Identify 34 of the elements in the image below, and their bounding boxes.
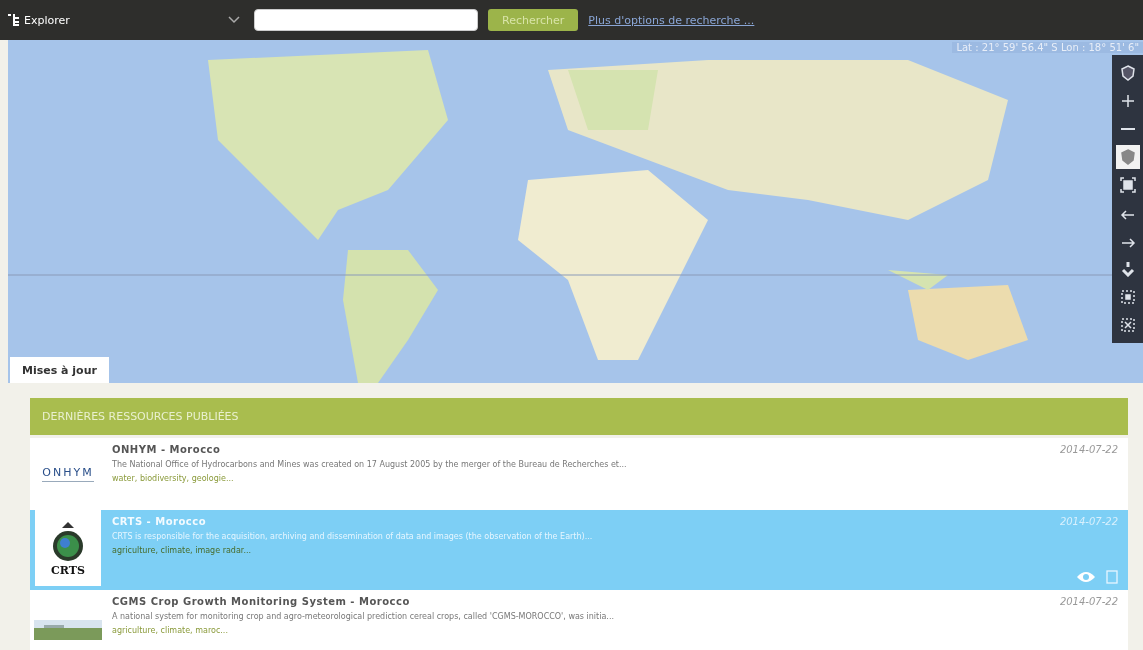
resource-tags: agriculture, climate, maroc... [112,626,1050,635]
more-search-options-link[interactable]: Plus d'options de recherche ... [588,13,755,27]
resource-tags: water, biodiversity, geologie... [112,474,1050,483]
app-title: Explorer [24,13,70,27]
tree-icon [8,14,20,26]
company-logo: ONHYM [42,466,94,482]
resource-tags: agriculture, climate, image radar... [112,546,1050,555]
shield-icon [1119,149,1136,165]
resource-description: A national system for monitoring crop and agro-meteorological prediction cereal crops, called 'CGMS-MOROCCO', was initia... [112,612,615,621]
resource-title: CRTS - Morocco [112,516,208,527]
resource-description: The National Office of Hydrocarbons and Mines was created on 17 August 2005 by the merger of the Bureau de Recherches et... [112,460,628,469]
resource-title: CGMS Crop Growth Monitoring System - Morocco [112,596,411,607]
resource-description: CRTS is responsible for the acquisition, archiving and dissemination of data and images (the observation of the Earth)... [112,532,594,541]
map-tool-button[interactable] [1115,145,1140,169]
search-field[interactable] [254,9,478,31]
pin-icon [1119,261,1136,277]
updates-tab[interactable]: Mises à jour [10,357,109,383]
zoom-in-icon [1119,93,1136,109]
chevron-down-icon[interactable] [228,16,240,24]
emblem-logo: CRTS [35,510,101,586]
resource-row[interactable]: ONHYM ONHYM - Morocco The National Office of Hydrocarbons and Mines was created on 17 August 2005 by the merger of the Bureau de Recherches et... water, biodiversity, geologie... 2014-07-22 [30,438,1128,510]
resource-date: 2014-07-22 [1059,516,1118,527]
resource-date: 2014-07-22 [1059,444,1118,455]
document-icon [1106,570,1118,584]
extent-icon [1119,177,1136,193]
zoom-box-icon [1119,317,1136,333]
resource-row[interactable] [30,590,1128,650]
zoom-box-icon [1119,289,1136,305]
coordinates-readout: Lat : 21° 59' 56.4" S Lon : 18° 51' 6" [952,42,1143,53]
eye-icon [1076,571,1096,583]
section-header: DERNIÈRES RESSOURCES PUBLIÉES [30,398,1128,435]
resource-title: ONHYM - Morocco [112,444,222,455]
resource-date: 2014-07-22 [1059,596,1118,607]
shield-icon [1119,65,1136,81]
